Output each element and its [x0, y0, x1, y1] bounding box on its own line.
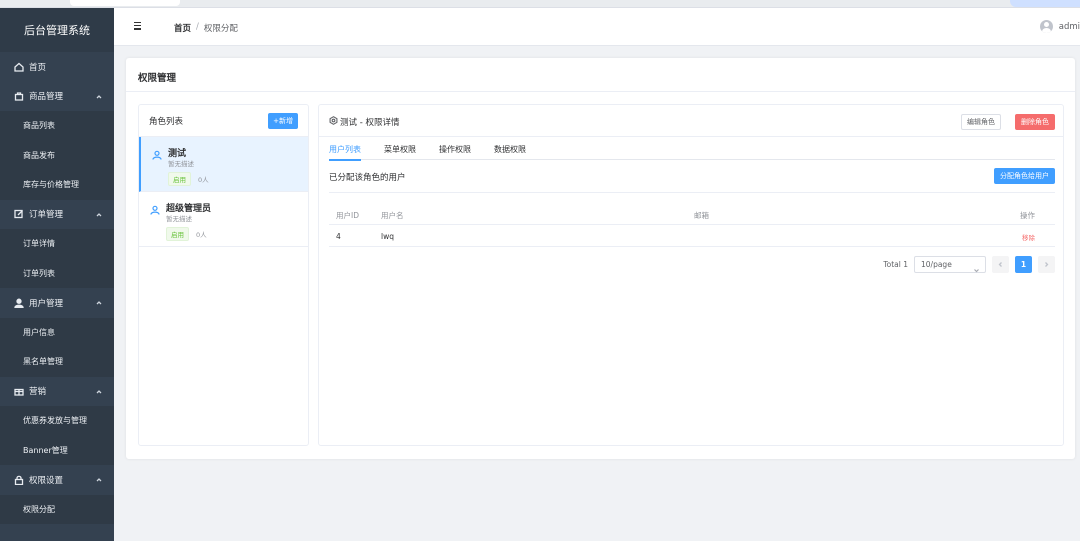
sidebar: 后台管理系统 首页 商品管理 商品列表 商品发布 库存与价格管理 订单管理 订单… — [0, 8, 114, 541]
page-size-value: 10/page — [921, 260, 952, 269]
chevron-right-icon — [1045, 262, 1049, 267]
sidebar-item-label: 首页 — [29, 62, 47, 73]
user-table: 用户ID 用户名 邮箱 操作 4 lwq 移除 — [329, 203, 1055, 247]
user-icon — [13, 297, 24, 308]
role-detail-panel: 测试 - 权限详情 编辑角色 删除角色 用户列表 菜单权限 操作权限 数据权限 … — [318, 104, 1064, 446]
sidebar-item-product-list[interactable]: 商品列表 — [0, 111, 114, 141]
role-list-header: 角色列表 +新增 — [139, 105, 308, 137]
sidebar-item-order-list[interactable]: 订单列表 — [0, 258, 114, 288]
sidebar-item-label: 权限设置 — [29, 475, 64, 486]
user-outline-icon — [150, 205, 160, 215]
column-header: 用户名 — [381, 211, 404, 220]
role-desc: 暂无描述 — [166, 215, 192, 223]
sidebar-item-label: 订单管理 — [29, 210, 64, 221]
user-outline-icon — [152, 150, 162, 160]
breadcrumb-current: 权限分配 — [203, 24, 238, 34]
tab-menu-permission[interactable]: 菜单权限 — [384, 142, 416, 159]
page-size-select[interactable]: 10/page — [914, 256, 986, 273]
column-header: 操作 — [1020, 211, 1035, 220]
tab-operation-permission[interactable]: 操作权限 — [439, 142, 471, 159]
sidebar-item-user-info[interactable]: 用户信息 — [0, 317, 114, 347]
sidebar-item-permission-assign[interactable]: 权限分配 — [0, 494, 114, 524]
detail-title: 测试 - 权限详情 — [340, 118, 400, 128]
sidebar-item-banner[interactable]: Banner管理 — [0, 435, 114, 465]
chevron-up-icon — [96, 299, 102, 305]
sidebar-group-products[interactable]: 商品管理 — [0, 82, 114, 112]
edit-icon — [13, 209, 24, 220]
chevron-up-icon — [96, 93, 102, 99]
status-badge: 启用 — [166, 227, 189, 241]
next-page-button[interactable] — [1038, 256, 1055, 273]
cell-user-id: 4 — [336, 232, 341, 241]
pagination-total: Total 1 — [883, 260, 908, 269]
address-bar[interactable] — [70, 0, 180, 6]
role-user-count: 0人 — [198, 176, 209, 184]
tab-user-list[interactable]: 用户列表 — [329, 142, 361, 161]
add-role-button[interactable]: +新增 — [268, 112, 298, 129]
chevron-up-icon — [96, 476, 102, 482]
gift-icon — [13, 386, 24, 397]
permission-card: 权限管理 角色列表 +新增 测试 暂无描述 启用 0人 超级管理员 暂无描述 启… — [126, 58, 1075, 459]
table-header: 用户ID 用户名 邮箱 操作 — [329, 203, 1055, 225]
chevron-up-icon — [96, 388, 102, 394]
app-title: 后台管理系统 — [0, 8, 114, 52]
assign-role-button[interactable]: 分配角色给用户 — [994, 168, 1055, 184]
divider — [126, 91, 1075, 92]
sidebar-item-label: 用户管理 — [29, 298, 64, 309]
role-item-test[interactable]: 测试 暂无描述 启用 0人 — [139, 137, 308, 192]
sidebar-item-order-detail[interactable]: 订单详情 — [0, 229, 114, 259]
sidebar-group-permissions[interactable]: 权限设置 — [0, 465, 114, 495]
menu-toggle-icon[interactable] — [134, 22, 143, 31]
column-header: 邮箱 — [694, 211, 709, 220]
divider — [329, 192, 1055, 193]
pagination: Total 1 10/page 1 — [883, 256, 1055, 273]
sidebar-group-users[interactable]: 用户管理 — [0, 288, 114, 318]
breadcrumb: 首页 / 权限分配 — [174, 22, 238, 34]
sidebar-item-label: 营销 — [29, 387, 47, 398]
settings-icon — [329, 116, 338, 125]
browser-toolbar — [0, 0, 1080, 8]
chevron-left-icon — [998, 262, 1002, 267]
username: admi — [1058, 21, 1080, 32]
role-desc: 暂无描述 — [168, 160, 194, 168]
sidebar-item-label: 商品管理 — [29, 92, 64, 103]
table-row: 4 lwq 移除 — [329, 225, 1055, 247]
top-header: 首页 / 权限分配 admi — [114, 8, 1080, 46]
role-item-super-admin[interactable]: 超级管理员 暂无描述 启用 0人 — [139, 192, 308, 247]
browser-profile-button[interactable] — [1010, 0, 1080, 7]
sidebar-item-blacklist[interactable]: 黑名单管理 — [0, 347, 114, 377]
remove-user-link[interactable]: 移除 — [1022, 232, 1035, 242]
breadcrumb-separator: / — [196, 22, 199, 32]
delete-role-button[interactable]: 删除角色 — [1015, 114, 1055, 130]
lock-icon — [13, 474, 24, 485]
role-list-panel: 角色列表 +新增 测试 暂无描述 启用 0人 超级管理员 暂无描述 启用 0人 — [138, 104, 309, 446]
role-user-count: 0人 — [196, 231, 207, 239]
prev-page-button[interactable] — [992, 256, 1009, 273]
section-title: 已分配该角色的用户 — [329, 173, 406, 183]
home-icon — [13, 61, 24, 72]
user-menu[interactable]: admi — [1039, 20, 1080, 33]
chevron-down-icon — [974, 263, 979, 273]
sidebar-item-coupons[interactable]: 优惠券发放与管理 — [0, 406, 114, 436]
sidebar-item-product-publish[interactable]: 商品发布 — [0, 140, 114, 170]
breadcrumb-home[interactable]: 首页 — [174, 22, 191, 34]
status-badge: 启用 — [168, 172, 191, 186]
sidebar-group-orders[interactable]: 订单管理 — [0, 200, 114, 230]
sidebar-item-home[interactable]: 首页 — [0, 52, 114, 82]
page-title: 权限管理 — [138, 73, 177, 84]
chevron-up-icon — [96, 211, 102, 217]
page-number-current[interactable]: 1 — [1015, 256, 1032, 273]
sidebar-group-marketing[interactable]: 营销 — [0, 377, 114, 407]
column-header: 用户ID — [336, 211, 359, 220]
edit-role-button[interactable]: 编辑角色 — [961, 114, 1001, 130]
cell-username: lwq — [381, 232, 394, 241]
avatar — [1039, 20, 1053, 33]
tab-data-permission[interactable]: 数据权限 — [494, 142, 526, 159]
role-list-title: 角色列表 — [149, 116, 184, 127]
detail-header: 测试 - 权限详情 编辑角色 删除角色 — [319, 105, 1063, 137]
detail-tabs: 用户列表 菜单权限 操作权限 数据权限 — [329, 142, 1055, 161]
sidebar-item-stock-price[interactable]: 库存与价格管理 — [0, 170, 114, 200]
bag-icon — [13, 91, 24, 102]
